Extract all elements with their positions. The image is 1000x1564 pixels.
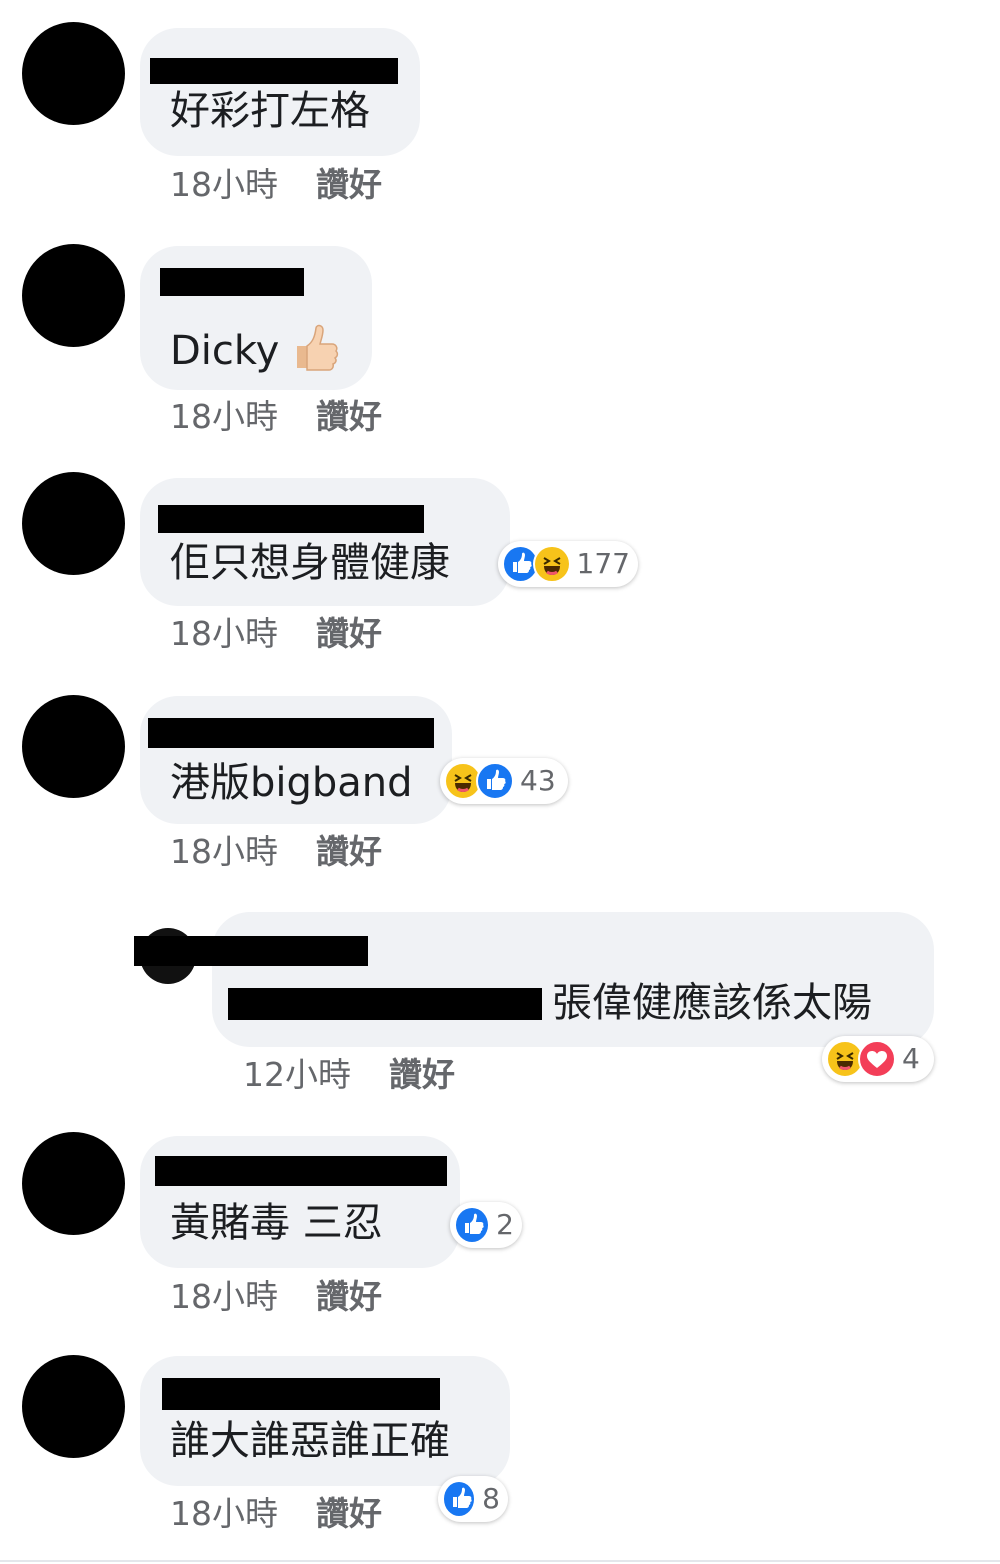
comment-meta: 18小時 讚好 [170,833,382,871]
avatar[interactable] [22,1355,125,1458]
comment-text: 佢只想身體健康 [170,540,450,586]
comment-meta: 18小時 讚好 [170,615,382,653]
comment-time[interactable]: 18小時 [170,397,278,436]
like-link[interactable]: 讚好 [316,1494,382,1533]
avatar[interactable] [22,472,125,575]
comment-text: 黃賭毒 三忍 [170,1200,383,1246]
redacted-author-name [148,718,434,748]
redacted-author-name [155,1156,447,1186]
redacted-author-name [158,505,424,533]
comment-time[interactable]: 18小時 [170,832,278,871]
comment-text: Dicky [170,322,341,384]
reaction-count: 8 [482,1482,500,1515]
reaction-count: 177 [576,547,630,580]
like-reaction-icon [476,762,514,800]
avatar[interactable] [22,244,125,347]
comment-meta: 18小時 讚好 [170,166,382,204]
comment-text: 好彩打左格 [170,88,370,134]
comment-meta: 18小時 讚好 [170,398,382,436]
redacted-author-name [162,1378,440,1410]
comment-meta: 18小時 讚好 [170,1278,382,1316]
like-reaction-icon [442,1480,477,1518]
comment-time[interactable]: 18小時 [170,1277,278,1316]
comment-meta: 12小時 讚好 [243,1056,455,1094]
like-link[interactable]: 讚好 [316,165,382,204]
comment-text: 港版bigband [170,760,413,806]
thumbs-up-emoji [289,322,341,384]
haha-reaction-icon [533,545,571,583]
reaction-summary[interactable]: 43 [440,758,568,804]
comment-meta: 18小時 讚好 [170,1495,382,1533]
reaction-count: 2 [496,1208,514,1241]
love-reaction-icon [858,1040,896,1078]
comment-text-content: Dicky [170,328,280,374]
comment-time[interactable]: 12小時 [243,1055,351,1094]
bottom-divider [0,1560,1000,1562]
reaction-count: 4 [902,1042,920,1075]
avatar[interactable] [22,22,125,125]
redacted-mention [228,988,542,1020]
comment-time[interactable]: 18小時 [170,165,278,204]
like-link[interactable]: 讚好 [316,397,382,436]
reaction-count: 43 [520,764,556,797]
reaction-summary[interactable]: 8 [438,1476,508,1522]
like-link[interactable]: 讚好 [316,614,382,653]
avatar[interactable] [22,695,125,798]
like-link[interactable]: 讚好 [316,1277,382,1316]
reaction-summary[interactable]: 4 [822,1036,934,1082]
reaction-summary[interactable]: 177 [498,541,638,587]
avatar[interactable] [22,1132,125,1235]
reaction-summary[interactable]: 2 [450,1202,522,1248]
comment-text: 誰大誰惡誰正確 [170,1418,450,1464]
redacted-author-name [150,58,398,84]
redacted-author-name [134,936,368,966]
comment-time[interactable]: 18小時 [170,614,278,653]
like-link[interactable]: 讚好 [389,1055,455,1094]
redacted-author-name [160,268,304,296]
comment-text: 張偉健應該係太陽 [552,980,872,1026]
like-link[interactable]: 讚好 [316,832,382,871]
like-reaction-icon [454,1206,491,1244]
comment-time[interactable]: 18小時 [170,1494,278,1533]
